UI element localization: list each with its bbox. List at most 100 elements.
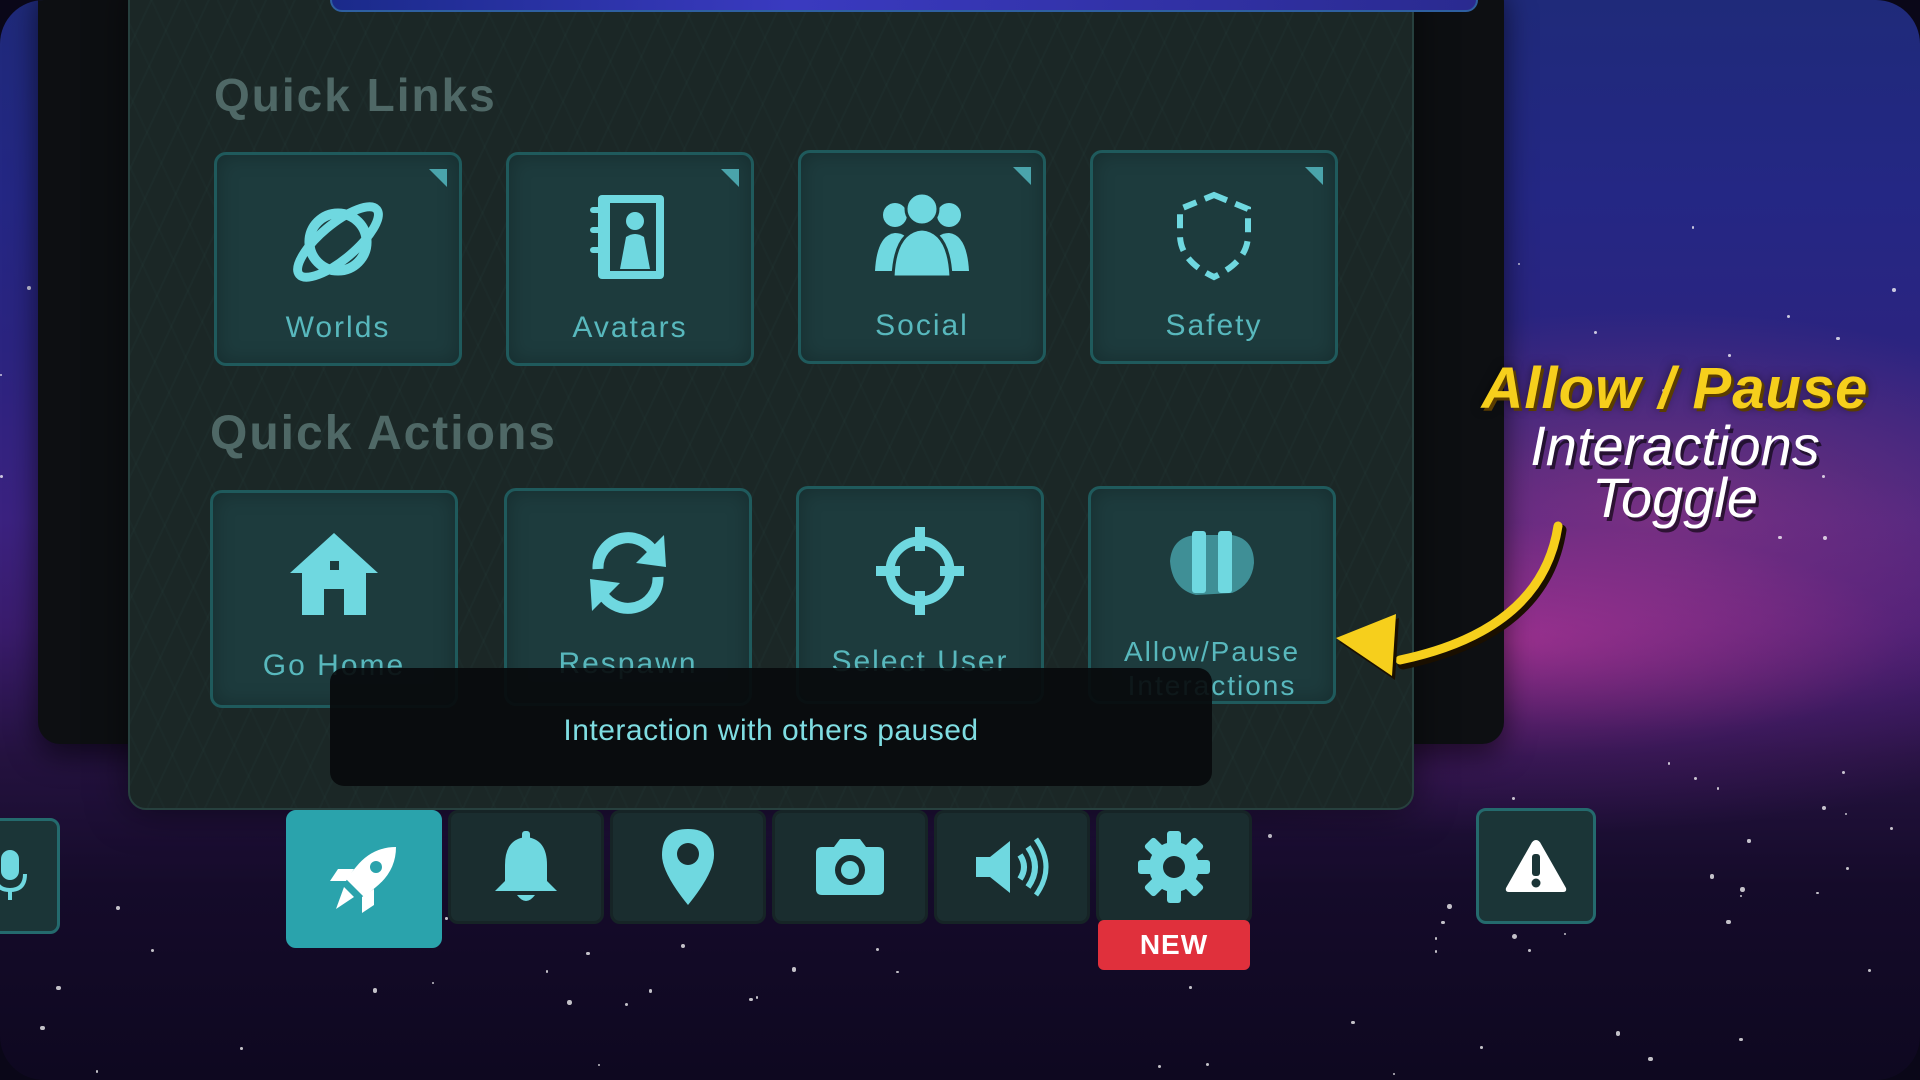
star xyxy=(56,985,61,990)
star xyxy=(1392,1073,1395,1076)
people-icon xyxy=(801,185,1043,285)
star xyxy=(27,286,31,290)
star xyxy=(876,947,880,952)
star xyxy=(1694,776,1698,780)
star xyxy=(1267,833,1273,839)
dock-location-button[interactable] xyxy=(610,810,766,924)
star xyxy=(1511,934,1517,940)
star xyxy=(1563,932,1566,936)
camera-icon xyxy=(816,839,884,895)
tile-social[interactable]: Social xyxy=(798,150,1046,364)
star xyxy=(1517,262,1520,265)
star xyxy=(1351,1020,1355,1025)
star xyxy=(96,1070,99,1073)
star xyxy=(40,1025,45,1031)
tile-label: Avatars xyxy=(572,311,688,344)
star xyxy=(1480,1045,1483,1049)
star xyxy=(755,995,759,999)
star xyxy=(116,905,120,910)
corner-indicator xyxy=(721,169,739,187)
star xyxy=(1716,787,1720,790)
star xyxy=(681,944,686,949)
star xyxy=(1836,336,1841,341)
new-badge: NEW xyxy=(1098,920,1250,970)
star xyxy=(1822,535,1827,540)
star xyxy=(1511,796,1516,801)
toast-message: Interaction with others paused xyxy=(563,714,979,747)
star xyxy=(1594,330,1598,335)
star xyxy=(1188,986,1192,990)
star xyxy=(598,1063,601,1066)
star xyxy=(1778,535,1782,540)
callout-title: Allow / Pause xyxy=(1481,356,1869,421)
tile-avatars[interactable]: Avatars xyxy=(506,152,754,366)
planet-icon xyxy=(217,187,459,297)
tile-safety[interactable]: Safety xyxy=(1090,150,1338,364)
star xyxy=(1867,968,1871,972)
star xyxy=(1447,903,1452,909)
star xyxy=(240,1046,243,1050)
star xyxy=(1890,826,1894,830)
crosshair-icon xyxy=(799,521,1041,621)
star xyxy=(1157,1065,1161,1069)
warning-icon xyxy=(1505,840,1567,892)
corner-indicator xyxy=(429,169,447,187)
rocket-icon xyxy=(330,847,396,913)
dock-notifications-button[interactable] xyxy=(448,810,604,924)
shield-icon xyxy=(1093,185,1335,285)
dock-launchpad-button[interactable] xyxy=(286,810,442,948)
map-pin-icon xyxy=(662,829,714,905)
home-icon xyxy=(213,525,455,625)
quick-links-title: Quick Links xyxy=(214,69,497,121)
vr-background: Quick Links Worlds Avatars Social Safety… xyxy=(0,0,1920,1080)
star xyxy=(1648,1056,1653,1062)
star xyxy=(1726,919,1731,925)
speaker-icon xyxy=(976,837,1049,897)
star xyxy=(1205,1063,1209,1067)
tile-label: Worlds xyxy=(285,311,391,344)
star xyxy=(1892,288,1897,293)
report-warning-button[interactable] xyxy=(1476,808,1596,924)
dock-camera-button[interactable] xyxy=(772,810,928,924)
star xyxy=(648,989,653,994)
star xyxy=(0,374,3,377)
star xyxy=(1842,771,1846,775)
star xyxy=(444,917,448,921)
star xyxy=(1739,894,1742,898)
star xyxy=(1821,805,1826,810)
star xyxy=(896,970,899,974)
callout-annotation: Allow / Pause Interactions Toggle xyxy=(1440,356,1910,526)
respawn-icon xyxy=(507,523,749,623)
star xyxy=(1434,937,1438,940)
star xyxy=(1740,886,1745,892)
star xyxy=(1434,950,1437,953)
gear-icon xyxy=(1138,831,1210,903)
callout-line2: Interactions xyxy=(1530,414,1820,477)
corner-indicator xyxy=(1305,167,1323,185)
star xyxy=(1846,866,1850,870)
star xyxy=(791,967,797,972)
pause-hand-icon xyxy=(1091,521,1333,611)
star xyxy=(546,970,549,973)
mic-button[interactable] xyxy=(0,818,60,934)
star xyxy=(567,1000,572,1005)
tile-worlds[interactable]: Worlds xyxy=(214,152,462,366)
star xyxy=(1615,1031,1621,1036)
star xyxy=(624,1002,629,1007)
star xyxy=(372,988,378,993)
toast-notification: Interaction with others paused xyxy=(330,668,1212,786)
corner-indicator xyxy=(1013,167,1031,185)
avatar-book-icon xyxy=(509,187,751,287)
star xyxy=(1747,839,1751,843)
dock-audio-button[interactable] xyxy=(934,810,1090,924)
star xyxy=(1668,762,1671,765)
callout-arrow-icon xyxy=(1336,521,1567,680)
star xyxy=(150,948,155,952)
star xyxy=(431,981,435,985)
star xyxy=(1528,948,1532,952)
microphone-icon xyxy=(0,850,27,900)
star xyxy=(1710,874,1715,879)
tile-label: Safety xyxy=(1165,309,1263,342)
dock-settings-button[interactable] xyxy=(1096,810,1252,924)
star xyxy=(1739,1037,1743,1041)
